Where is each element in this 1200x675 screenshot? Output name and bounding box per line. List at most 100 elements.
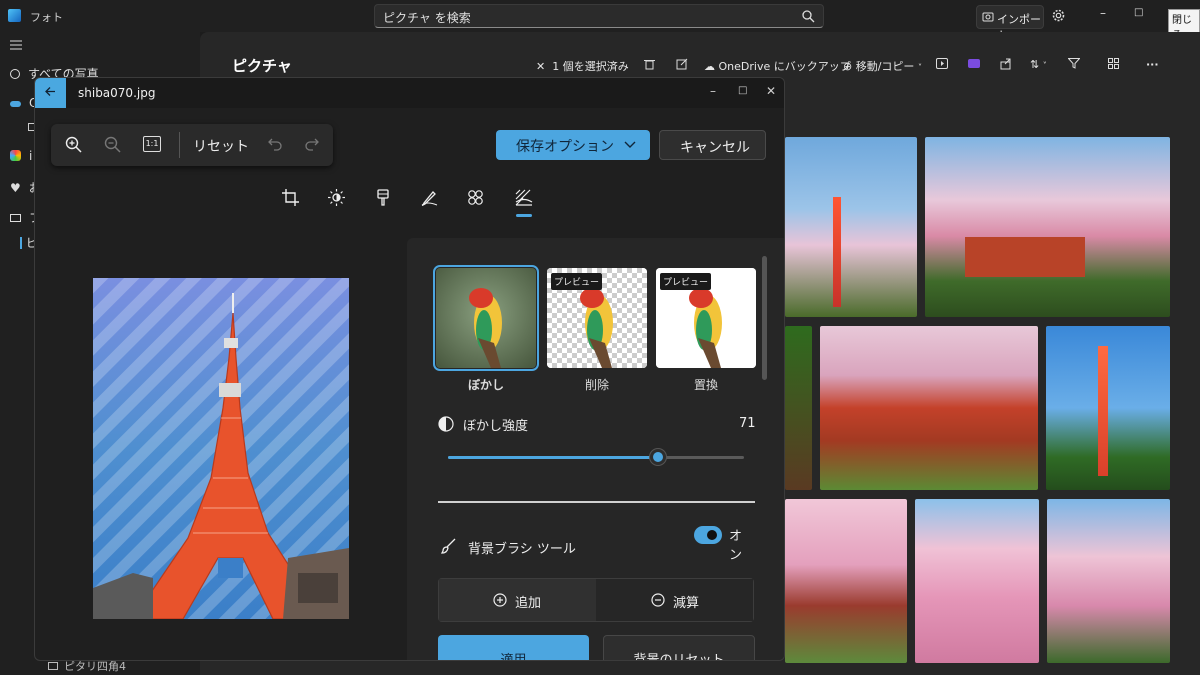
background-icon[interactable] <box>515 189 533 206</box>
photo-tile[interactable] <box>1046 326 1170 490</box>
section-divider <box>438 501 755 503</box>
onedrive-backup-button[interactable]: ☁ OneDrive にバックアップ <box>704 58 851 74</box>
blur-strength-label: ぼかし強度 <box>463 419 529 434</box>
blur-strength-slider-fill <box>448 456 659 459</box>
brush-toggle-state: オン <box>729 529 743 563</box>
onedrive-icon <box>10 101 21 107</box>
photos-app-logo <box>8 9 21 22</box>
add-brush-button[interactable]: 追加 <box>439 579 596 621</box>
photo-tile[interactable] <box>785 326 812 490</box>
editor-filename: shiba070.jpg <box>78 86 156 100</box>
app-titlebar: フォト ピクチャ を検索 インポート – □ 閉じる <box>0 0 1200 43</box>
chevron-down-icon: ˅ <box>917 63 922 72</box>
cancel-button[interactable]: キャンセル <box>659 130 766 160</box>
clipchamp-icon[interactable] <box>968 58 980 69</box>
photo-tile[interactable] <box>915 499 1039 663</box>
blur-strength-icon <box>438 416 454 432</box>
editor-titlebar: shiba070.jpg – □ ✕ <box>35 78 784 108</box>
edited-image-canvas[interactable] <box>93 278 349 619</box>
move-icon: ⊕ <box>843 60 853 73</box>
subtract-label: 減算 <box>673 596 700 611</box>
photo-tile[interactable] <box>785 499 907 663</box>
slideshow-icon[interactable] <box>936 58 948 69</box>
add-label: 追加 <box>515 596 542 611</box>
settings-gear-icon[interactable] <box>1052 9 1065 22</box>
photo-tile[interactable] <box>925 137 1170 317</box>
brush-tool-toggle[interactable] <box>694 526 722 544</box>
photo-tile[interactable] <box>785 137 917 317</box>
move-copy-button[interactable]: ⊕ 移動/コピー ˅ <box>843 58 922 74</box>
reset-button[interactable]: リセット <box>193 136 249 156</box>
redo-icon[interactable] <box>304 136 320 152</box>
toolbar-divider <box>179 132 180 158</box>
editor-minimize-button[interactable]: – <box>710 84 716 98</box>
mode-remove-thumbnail[interactable]: プレビュー <box>547 268 647 368</box>
sidebar-item-label: i <box>29 149 33 163</box>
tower-illustration <box>1098 346 1108 476</box>
retouch-icon[interactable] <box>467 189 484 206</box>
maximize-button[interactable]: □ <box>1134 7 1143 18</box>
hamburger-menu-icon[interactable] <box>10 40 22 50</box>
import-icon <box>982 11 994 23</box>
sort-icon[interactable]: ⇅ ˅ <box>1030 58 1047 71</box>
editor-maximize-button[interactable]: □ <box>738 85 747 96</box>
brush-icon <box>441 538 457 554</box>
editor-close-button[interactable]: ✕ <box>766 84 776 98</box>
mode-blur-thumbnail[interactable] <box>433 265 539 371</box>
chevron-down-icon: ˅ <box>1042 61 1047 70</box>
save-options-button[interactable]: 保存オプション <box>496 130 650 160</box>
brush-tool-label: 背景ブラシ ツール <box>468 542 576 557</box>
active-tool-indicator <box>516 214 532 217</box>
brightness-icon[interactable] <box>328 189 345 206</box>
filter-icon[interactable] <box>1068 58 1080 72</box>
zoom-out-icon[interactable] <box>104 136 122 154</box>
temple-illustration <box>965 237 1085 277</box>
photo-tile[interactable] <box>820 326 1038 490</box>
app-title: フォト <box>30 11 63 24</box>
sidebar-item-icloud[interactable]: i <box>10 149 32 163</box>
album-label: ピタリ四角4 <box>64 660 126 673</box>
panel-scrollbar[interactable] <box>762 256 767 380</box>
photos-icon <box>10 69 20 79</box>
editor-window: shiba070.jpg – □ ✕ 1:1 リセット 保存オプション キャンセ… <box>34 77 785 661</box>
zoom-in-icon[interactable] <box>65 136 83 154</box>
selection-count: 1 個を選択済み <box>552 60 629 73</box>
back-button[interactable] <box>35 78 66 108</box>
save-options-label: 保存オプション <box>516 139 614 155</box>
view-options-icon[interactable] <box>1108 58 1119 72</box>
onedrive-backup-label: OneDrive にバックアップ <box>718 60 851 73</box>
search-icon[interactable] <box>802 10 815 23</box>
actual-size-button[interactable]: 1:1 <box>143 136 161 152</box>
minus-circle-icon <box>651 593 665 607</box>
cloud-upload-icon: ☁ <box>704 60 715 73</box>
reset-background-button[interactable]: 背景のリセット <box>603 635 755 660</box>
mode-replace-label: 置換 <box>693 378 718 392</box>
minimize-button[interactable]: – <box>1100 6 1106 20</box>
chevron-down-icon <box>624 141 636 149</box>
edit-icon[interactable] <box>676 58 688 70</box>
apply-button[interactable]: 適用 <box>438 635 589 660</box>
delete-icon[interactable] <box>644 58 655 70</box>
heart-icon: ♥ <box>10 181 21 195</box>
plus-circle-icon <box>493 593 507 607</box>
search-input[interactable]: ピクチャ を検索 <box>374 4 824 28</box>
clear-selection-button[interactable]: ✕ 1 個を選択済み <box>536 58 629 74</box>
folder-icon <box>10 214 21 222</box>
tower-illustration <box>833 197 841 307</box>
mode-replace-thumbnail[interactable]: プレビュー <box>656 268 756 368</box>
filter-icon[interactable] <box>376 189 390 207</box>
share-icon[interactable] <box>1000 58 1012 70</box>
toggle-knob <box>707 530 717 540</box>
cancel-label: キャンセル <box>680 140 750 156</box>
undo-icon[interactable] <box>267 136 283 152</box>
search-input-text: ピクチャ を検索 <box>383 11 471 25</box>
subtract-brush-button[interactable]: 減算 <box>596 579 753 621</box>
move-copy-label: 移動/コピー <box>855 60 915 73</box>
brush-mode-segmented-control: 追加 減算 <box>438 578 754 622</box>
import-button[interactable]: インポート <box>976 5 1044 42</box>
markup-icon[interactable] <box>421 189 438 206</box>
photo-tile[interactable] <box>1047 499 1170 663</box>
crop-icon[interactable] <box>282 189 299 206</box>
folder-icon <box>48 662 58 670</box>
more-options-icon[interactable]: ··· <box>1146 58 1159 71</box>
